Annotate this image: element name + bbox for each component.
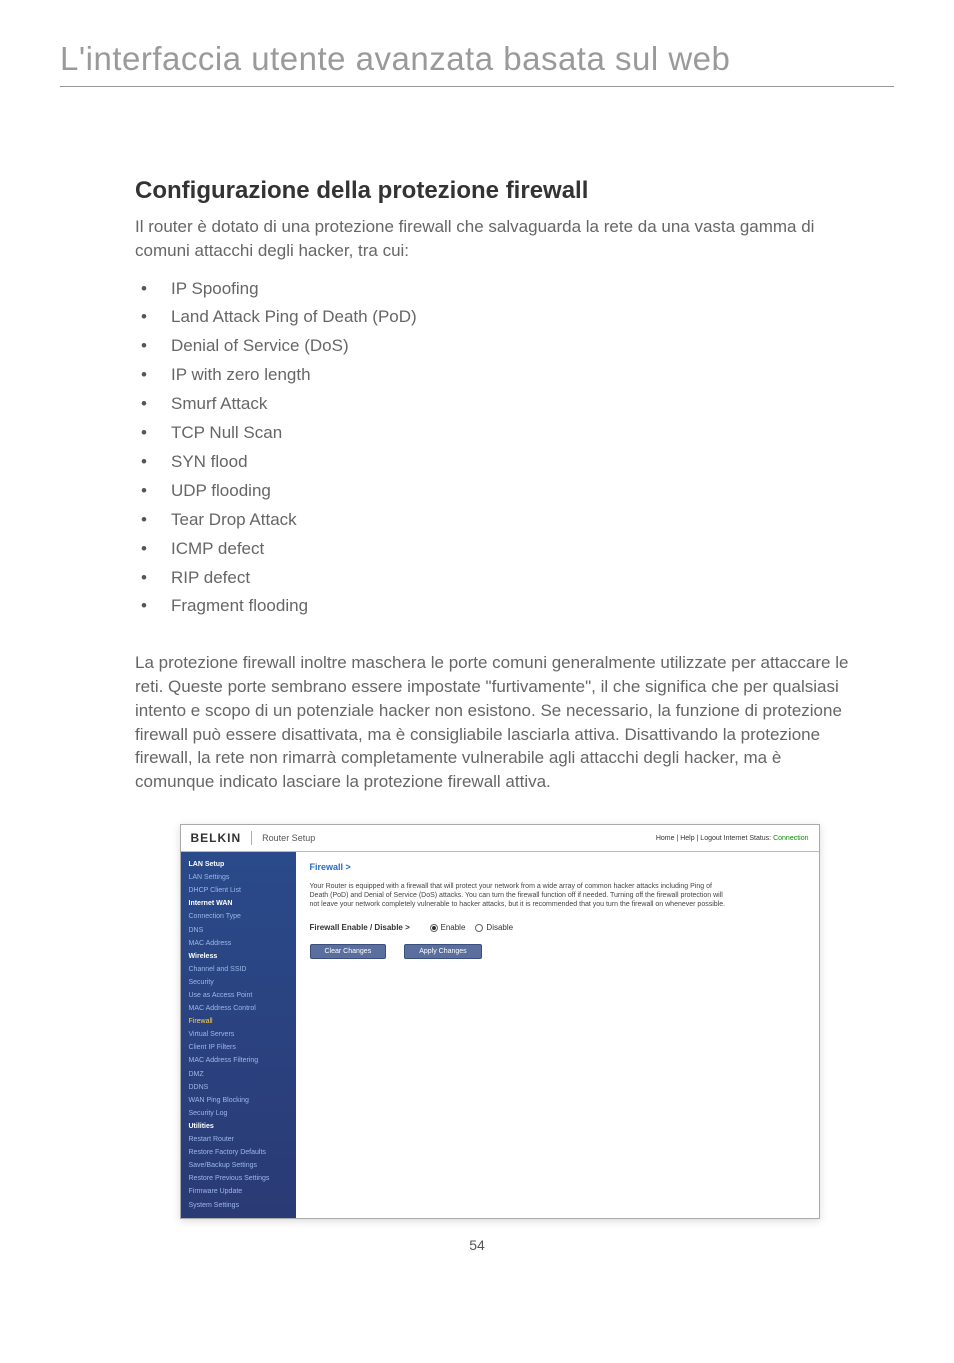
sidebar-item-firmware-update[interactable]: Firmware Update	[181, 1185, 296, 1198]
sidebar-item-restore-defaults[interactable]: Restore Factory Defaults	[181, 1146, 296, 1159]
list-item: Tear Drop Attack	[135, 506, 864, 535]
sidebar-item-firewall[interactable]: Firewall	[181, 1015, 296, 1028]
sidebar-item-restore-previous[interactable]: Restore Previous Settings	[181, 1172, 296, 1185]
toggle-label: Firewall Enable / Disable >	[310, 923, 420, 932]
list-item: IP Spoofing	[135, 275, 864, 304]
page-header-title: L'interfaccia utente avanzata basata sul…	[60, 40, 894, 87]
firewall-toggle-row: Firewall Enable / Disable > Enable Disab…	[310, 923, 805, 932]
list-item: SYN flood	[135, 448, 864, 477]
sidebar-item-save-backup[interactable]: Save/Backup Settings	[181, 1159, 296, 1172]
sidebar-item-lan-settings[interactable]: LAN Settings	[181, 871, 296, 884]
sidebar-item-wan-ping-blocking[interactable]: WAN Ping Blocking	[181, 1094, 296, 1107]
apply-changes-button[interactable]: Apply Changes	[404, 944, 481, 959]
ss-sidebar: LAN Setup LAN Settings DHCP Client List …	[181, 852, 296, 1218]
status-connection: Connection	[773, 835, 808, 842]
sidebar-item-dns[interactable]: DNS	[181, 924, 296, 937]
list-item: ICMP defect	[135, 535, 864, 564]
header-links[interactable]: Home | Help | Logout Internet Status: Co…	[656, 835, 809, 842]
radio-enable-label: Enable	[441, 923, 466, 932]
ss-header: BELKIN Router Setup Home | Help | Logout…	[181, 825, 819, 852]
belkin-logo: BELKIN	[191, 831, 253, 845]
radio-dot-icon	[475, 924, 483, 932]
list-item: Smurf Attack	[135, 390, 864, 419]
radio-disable[interactable]: Disable	[475, 923, 513, 932]
page-number: 54	[60, 1237, 894, 1253]
sidebar-cat-lan-setup[interactable]: LAN Setup	[181, 858, 296, 871]
radio-enable[interactable]: Enable	[430, 923, 466, 932]
sidebar-item-restart-router[interactable]: Restart Router	[181, 1133, 296, 1146]
router-screenshot: BELKIN Router Setup Home | Help | Logout…	[180, 824, 820, 1219]
list-item: IP with zero length	[135, 361, 864, 390]
sidebar-item-mac-control[interactable]: MAC Address Control	[181, 1002, 296, 1015]
sidebar-item-ddns[interactable]: DDNS	[181, 1081, 296, 1094]
sidebar-item-security[interactable]: Security	[181, 976, 296, 989]
intro-text: Il router è dotato di una protezione fir…	[135, 215, 864, 263]
clear-changes-button[interactable]: Clear Changes	[310, 944, 387, 959]
list-item: Denial of Service (DoS)	[135, 332, 864, 361]
body-text: La protezione firewall inoltre maschera …	[135, 651, 864, 794]
sidebar-item-security-log[interactable]: Security Log	[181, 1107, 296, 1120]
sidebar-cat-internet-wan[interactable]: Internet WAN	[181, 897, 296, 910]
list-item: Land Attack Ping of Death (PoD)	[135, 303, 864, 332]
list-item: UDP flooding	[135, 477, 864, 506]
button-row: Clear Changes Apply Changes	[310, 944, 805, 959]
firewall-description: Your Router is equipped with a firewall …	[310, 882, 730, 909]
sidebar-item-mac-filtering[interactable]: MAC Address Filtering	[181, 1054, 296, 1067]
sidebar-cat-wireless[interactable]: Wireless	[181, 950, 296, 963]
radio-dot-icon	[430, 924, 438, 932]
sidebar-item-dmz[interactable]: DMZ	[181, 1068, 296, 1081]
ss-body: LAN Setup LAN Settings DHCP Client List …	[181, 852, 819, 1218]
sidebar-item-client-ip-filters[interactable]: Client IP Filters	[181, 1041, 296, 1054]
section-title: Configurazione della protezione firewall	[135, 177, 864, 205]
header-links-text: Home | Help | Logout Internet Status:	[656, 835, 773, 842]
sidebar-item-system-settings[interactable]: System Settings	[181, 1199, 296, 1212]
sidebar-item-dhcp-client-list[interactable]: DHCP Client List	[181, 884, 296, 897]
sidebar-item-connection-type[interactable]: Connection Type	[181, 910, 296, 923]
list-item: TCP Null Scan	[135, 419, 864, 448]
sidebar-cat-utilities[interactable]: Utilities	[181, 1120, 296, 1133]
sidebar-item-mac-address[interactable]: MAC Address	[181, 937, 296, 950]
attack-list: IP Spoofing Land Attack Ping of Death (P…	[135, 275, 864, 622]
main-section: Configurazione della protezione firewall…	[135, 177, 864, 1219]
list-item: RIP defect	[135, 564, 864, 593]
router-setup-label: Router Setup	[252, 833, 315, 843]
sidebar-item-use-as-ap[interactable]: Use as Access Point	[181, 989, 296, 1002]
ss-content: Firewall > Your Router is equipped with …	[296, 852, 819, 1218]
radio-disable-label: Disable	[486, 923, 513, 932]
list-item: Fragment flooding	[135, 592, 864, 621]
sidebar-item-virtual-servers[interactable]: Virtual Servers	[181, 1028, 296, 1041]
breadcrumb: Firewall >	[310, 862, 805, 872]
sidebar-item-channel-ssid[interactable]: Channel and SSID	[181, 963, 296, 976]
